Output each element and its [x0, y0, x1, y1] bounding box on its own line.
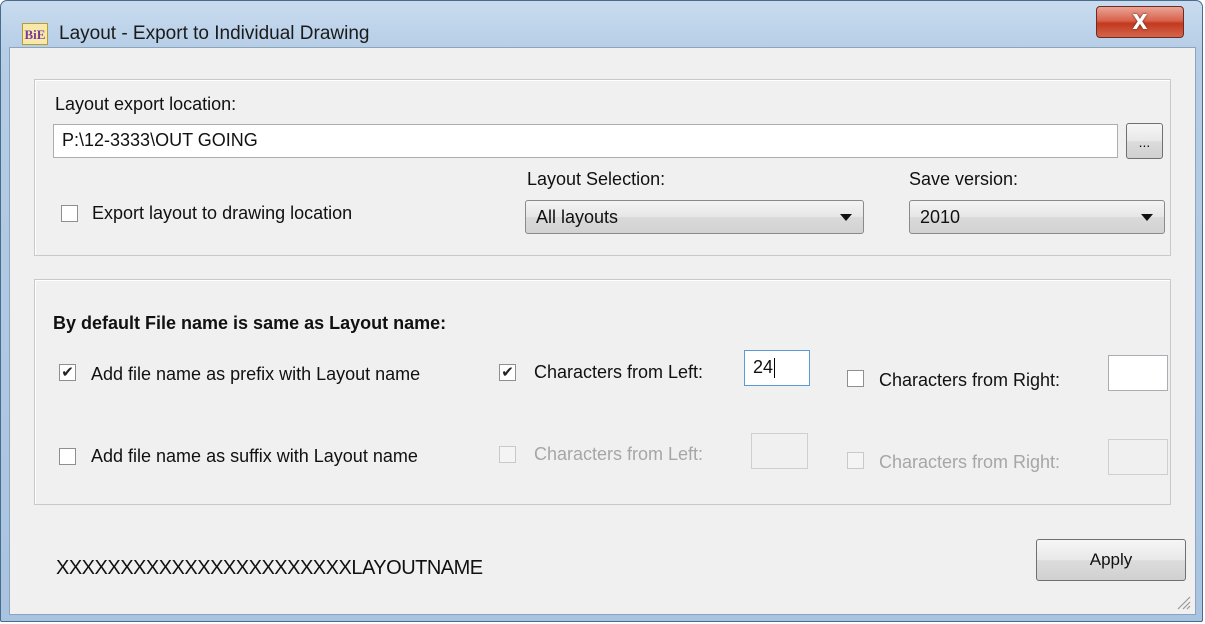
text-cursor	[774, 358, 776, 379]
save-version-value: 2010	[920, 207, 961, 227]
layout-selection-value: All layouts	[536, 207, 619, 227]
suffix-checkbox[interactable]	[59, 448, 76, 465]
layout-selection-dropdown[interactable]: All layouts	[525, 200, 864, 234]
location-label: Layout export location:	[55, 94, 237, 114]
suffix-right-input[interactable]	[1108, 439, 1168, 475]
prefix-right-input[interactable]	[1108, 355, 1168, 391]
layout-selection-label: Layout Selection:	[527, 169, 666, 189]
browse-button[interactable]: ...	[1126, 123, 1163, 159]
export-location-group: Layout export location: P:\12-3333\OUT G…	[34, 79, 1171, 256]
close-icon: X	[1132, 10, 1148, 34]
apply-button[interactable]: Apply	[1036, 539, 1186, 581]
save-version-label: Save version:	[909, 169, 1019, 189]
window-title: Layout - Export to Individual Drawing	[59, 23, 370, 44]
prefix-left-input[interactable]: 24	[744, 350, 810, 386]
suffix-right-checkbox[interactable]	[847, 452, 864, 469]
prefix-right-checkbox[interactable]	[847, 370, 864, 387]
export-to-drawing-checkbox[interactable]	[61, 205, 78, 222]
save-version-dropdown[interactable]: 2010	[909, 200, 1165, 234]
location-input[interactable]: P:\12-3333\OUT GOING	[53, 124, 1118, 158]
resize-grip-icon[interactable]	[1175, 594, 1191, 610]
close-button[interactable]: X	[1096, 6, 1184, 38]
prefix-checkbox[interactable]: ✔	[59, 364, 76, 381]
prefix-left-label[interactable]: Characters from Left:	[534, 362, 703, 383]
suffix-label[interactable]: Add file name as suffix with Layout name	[91, 446, 418, 467]
app-icon: BiE	[22, 23, 48, 45]
dialog-window: BiE Layout - Export to Individual Drawin…	[0, 0, 1203, 622]
suffix-left-input[interactable]	[751, 433, 808, 469]
prefix-left-value: 24	[753, 357, 774, 377]
dialog-client-area: Layout export location: P:\12-3333\OUT G…	[9, 47, 1196, 615]
naming-heading: By default File name is same as Layout n…	[53, 313, 447, 333]
suffix-left-label: Characters from Left:	[534, 444, 704, 464]
chevron-down-icon	[840, 214, 852, 221]
suffix-right-label: Characters from Right:	[879, 452, 1061, 472]
prefix-label[interactable]: Add file name as prefix with Layout name	[91, 364, 420, 385]
file-naming-group: By default File name is same as Layout n…	[34, 279, 1171, 505]
chevron-down-icon	[1141, 214, 1153, 221]
suffix-left-checkbox[interactable]	[499, 446, 516, 463]
file-name-preview: XXXXXXXXXXXXXXXXXXXXXXXLAYOUTNAME	[56, 557, 483, 579]
export-to-drawing-label[interactable]: Export layout to drawing location	[92, 203, 352, 224]
prefix-right-label[interactable]: Characters from Right:	[879, 370, 1060, 391]
prefix-left-checkbox[interactable]: ✔	[499, 364, 516, 381]
